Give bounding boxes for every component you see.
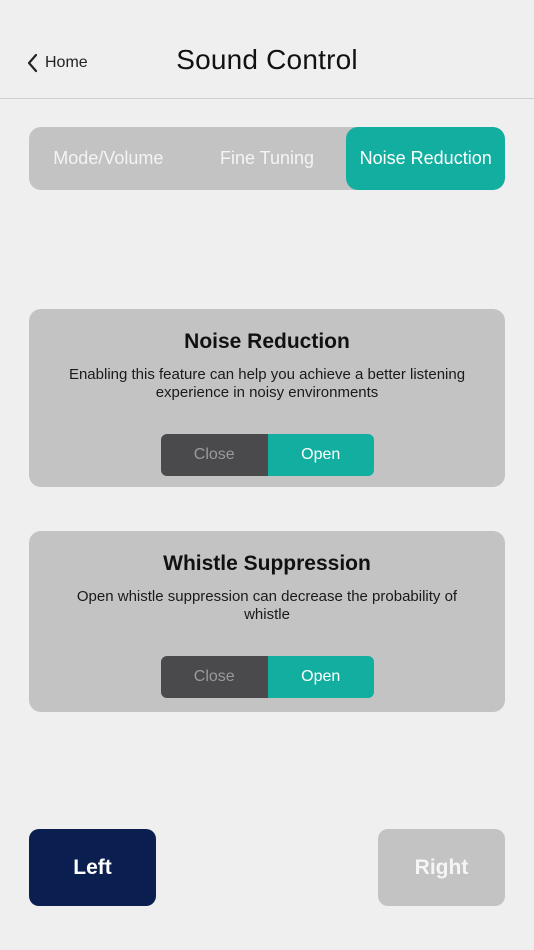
whistle-suppression-title: Whistle Suppression bbox=[163, 552, 371, 575]
page-title: Sound Control bbox=[176, 44, 358, 75]
tab-noise-reduction[interactable]: Noise Reduction bbox=[346, 127, 505, 190]
noise-reduction-description: Enabling this feature can help you achie… bbox=[68, 366, 466, 401]
noise-reduction-close-button[interactable]: Close bbox=[161, 434, 268, 476]
whistle-suppression-open-button[interactable]: Open bbox=[267, 656, 374, 698]
sound-control-screen: Home Sound Control Mode/Volume Fine Tuni… bbox=[0, 0, 534, 950]
left-ear-button[interactable]: Left bbox=[29, 829, 156, 906]
header-bar: Home Sound Control bbox=[0, 0, 534, 99]
noise-reduction-card: Noise Reduction Enabling this feature ca… bbox=[29, 309, 505, 487]
tab-fine-tuning[interactable]: Fine Tuning bbox=[188, 127, 347, 190]
whistle-suppression-card: Whistle Suppression Open whistle suppres… bbox=[29, 531, 505, 712]
right-ear-button[interactable]: Right bbox=[378, 829, 505, 906]
tab-mode-volume[interactable]: Mode/Volume bbox=[29, 127, 188, 190]
noise-reduction-title: Noise Reduction bbox=[184, 330, 350, 353]
whistle-suppression-toggle: Close Open bbox=[161, 656, 374, 698]
noise-reduction-toggle: Close Open bbox=[161, 434, 374, 476]
tab-bar: Mode/Volume Fine Tuning Noise Reduction bbox=[29, 127, 505, 190]
whistle-suppression-description: Open whistle suppression can decrease th… bbox=[76, 588, 458, 623]
noise-reduction-open-button[interactable]: Open bbox=[267, 434, 374, 476]
whistle-suppression-close-button[interactable]: Close bbox=[161, 656, 268, 698]
